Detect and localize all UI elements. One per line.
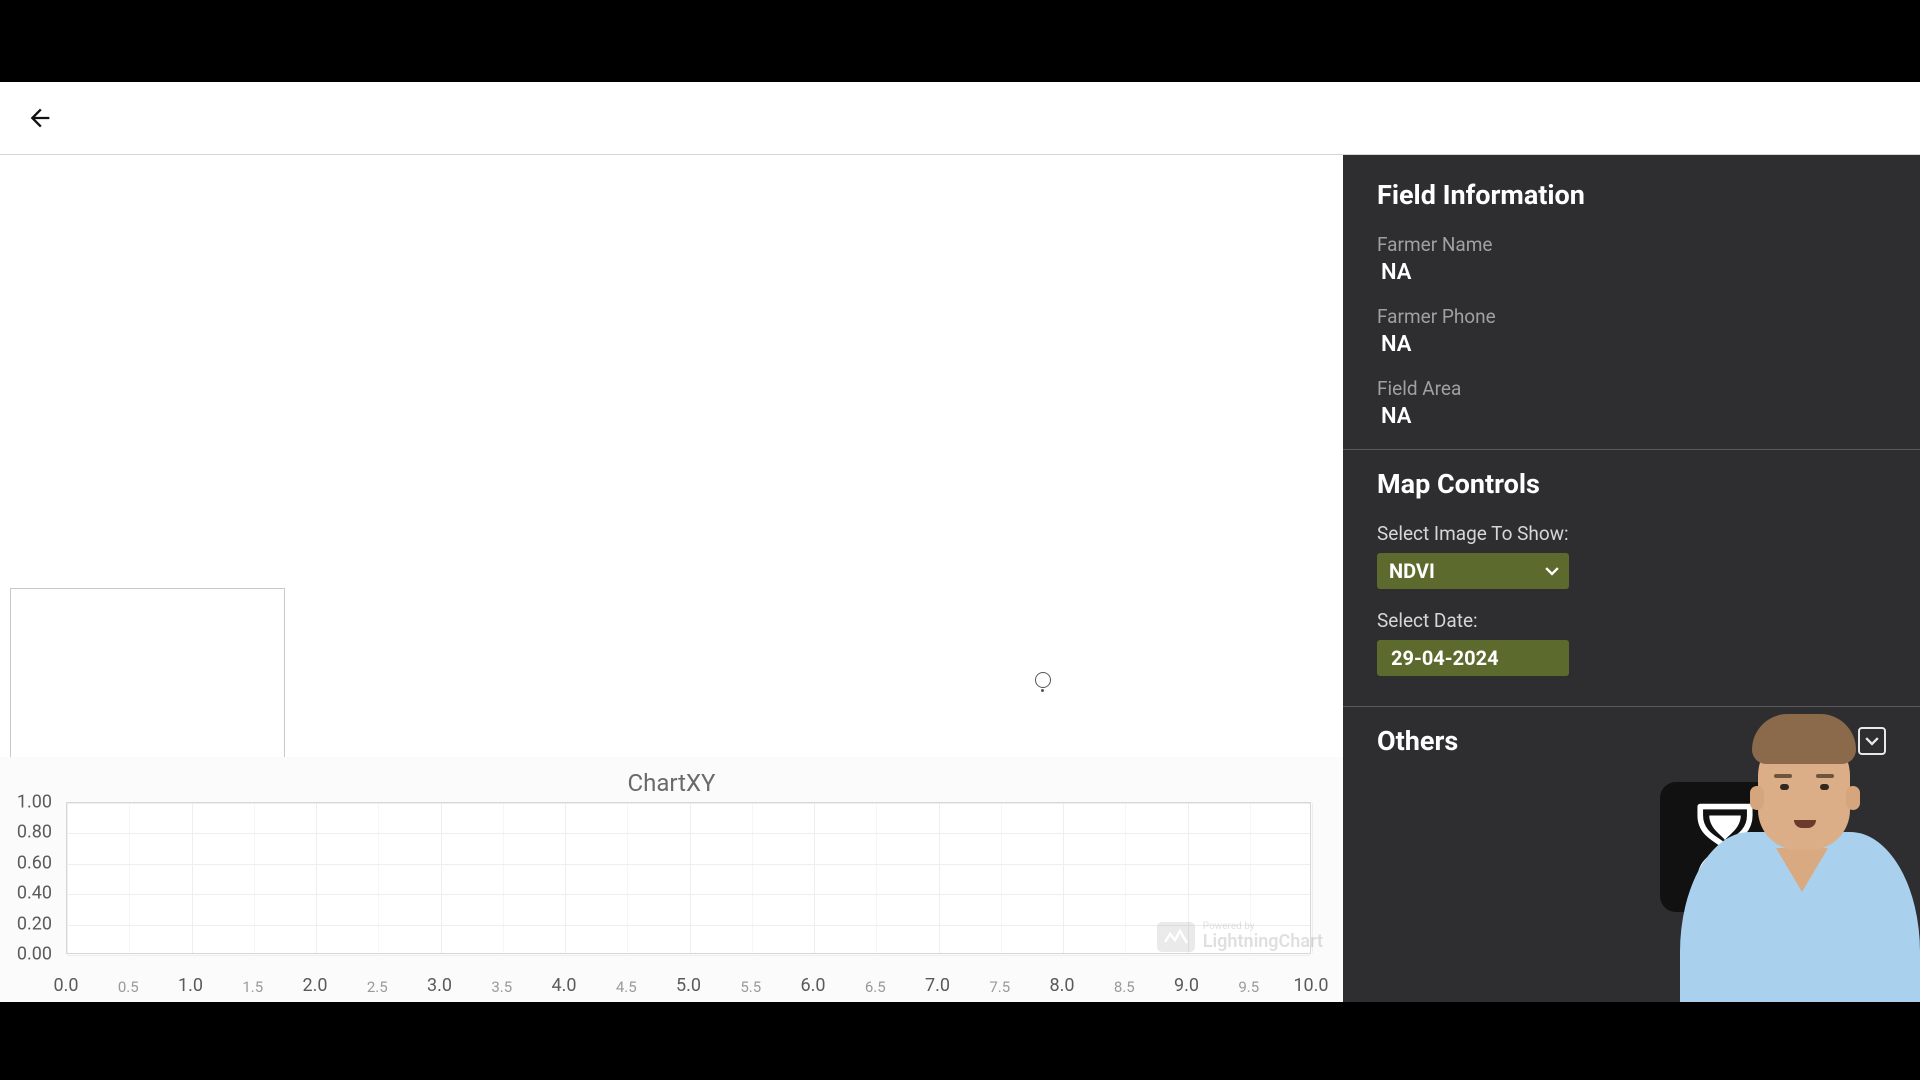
others-expand-button[interactable]: [1858, 727, 1886, 755]
chart-x-tick-minor: 3.5: [491, 978, 512, 996]
date-select[interactable]: 29-04-2024: [1377, 640, 1569, 676]
chart-x-tick-minor: 4.5: [616, 978, 637, 996]
chart-x-tick: 5.0: [676, 975, 701, 996]
lightningchart-logo-icon: [1157, 922, 1195, 952]
field-area-label: Field Area: [1377, 377, 1886, 400]
field-area-value: NA: [1377, 404, 1886, 429]
date-select-label: Select Date:: [1377, 609, 1886, 632]
chevron-down-icon: [1865, 734, 1879, 748]
image-select-label: Select Image To Show:: [1377, 522, 1886, 545]
back-button[interactable]: [10, 88, 70, 148]
chart-x-tick: 3.0: [427, 975, 452, 996]
field-area-group: Field Area NA: [1377, 377, 1886, 429]
chart-x-tick-minor: 2.5: [367, 978, 388, 996]
farmer-phone-label: Farmer Phone: [1377, 305, 1886, 328]
chart-x-tick: 1.0: [178, 975, 203, 996]
watermark-big: LightningChart: [1203, 932, 1323, 952]
chart-x-tick-minor: 5.5: [740, 978, 761, 996]
image-select[interactable]: NDVI: [1377, 553, 1569, 589]
divider: [1343, 706, 1920, 707]
farmer-name-value: NA: [1377, 260, 1886, 285]
farmer-phone-value: NA: [1377, 332, 1886, 357]
map-controls-heading: Map Controls: [1377, 468, 1886, 500]
chart-x-tick: 6.0: [801, 975, 826, 996]
chart-x-tick-minor: 0.5: [118, 978, 139, 996]
chart-y-tick: 1.00: [17, 792, 52, 813]
field-info-heading: Field Information: [1377, 179, 1886, 211]
chart-x-tick-minor: 1.5: [242, 978, 263, 996]
farmer-name-group: Farmer Name NA: [1377, 233, 1886, 285]
cursor-icon: [1035, 672, 1051, 688]
others-heading: Others: [1377, 725, 1458, 757]
date-select-value: 29-04-2024: [1391, 646, 1499, 670]
chart-y-ticks: 0.000.200.400.600.801.00: [0, 802, 60, 954]
chart-plot-area[interactable]: [66, 802, 1311, 954]
farmer-name-label: Farmer Name: [1377, 233, 1886, 256]
chart-x-tick-minor: 6.5: [865, 978, 886, 996]
map-legend-box: [10, 588, 285, 758]
chart-x-tick-minor: 9.5: [1238, 978, 1259, 996]
chart-x-tick: 4.0: [552, 975, 577, 996]
chart-x-tick: 9.0: [1174, 975, 1199, 996]
chart-x-tick: 0.0: [54, 975, 79, 996]
chart-panel: ChartXY 0.00 0.20 0.40 0.60 0.80 1.00 0.0 1.0 2…: [0, 757, 1343, 1002]
arrow-left-icon: [26, 104, 54, 132]
chart-x-tick-minor: 8.5: [1114, 978, 1135, 996]
chart-x-tick: 8.0: [1050, 975, 1075, 996]
chart-y-tick: 0.80: [17, 822, 52, 843]
chart-x-tick: 10.0: [1293, 975, 1328, 996]
chevron-down-icon: [1545, 564, 1559, 578]
chart-x-tick: 7.0: [925, 975, 950, 996]
chart-watermark: Powered by LightningChart: [1157, 921, 1323, 952]
chart-y-tick: 0.00: [17, 944, 52, 965]
chart-x-tick-minor: 7.5: [989, 978, 1010, 996]
farmer-phone-group: Farmer Phone NA: [1377, 305, 1886, 357]
top-bar: [0, 82, 1920, 155]
chart-y-tick: 0.20: [17, 913, 52, 934]
divider: [1343, 449, 1920, 450]
chart-title: ChartXY: [0, 769, 1343, 797]
cursor-dot-icon: [1041, 689, 1044, 692]
chart-y-tick: 0.60: [17, 852, 52, 873]
sidebar: Field Information Farmer Name NA Farmer …: [1343, 155, 1920, 1002]
image-select-value: NDVI: [1389, 559, 1435, 583]
chart-y-tick: 0.40: [17, 883, 52, 904]
chart-x-ticks: 0.01.02.03.04.05.06.07.08.09.010.00.51.5…: [66, 968, 1311, 996]
chart-x-tick: 2.0: [303, 975, 328, 996]
main-panel: ChartXY 0.00 0.20 0.40 0.60 0.80 1.00 0.0 1.0 2…: [0, 155, 1343, 1002]
